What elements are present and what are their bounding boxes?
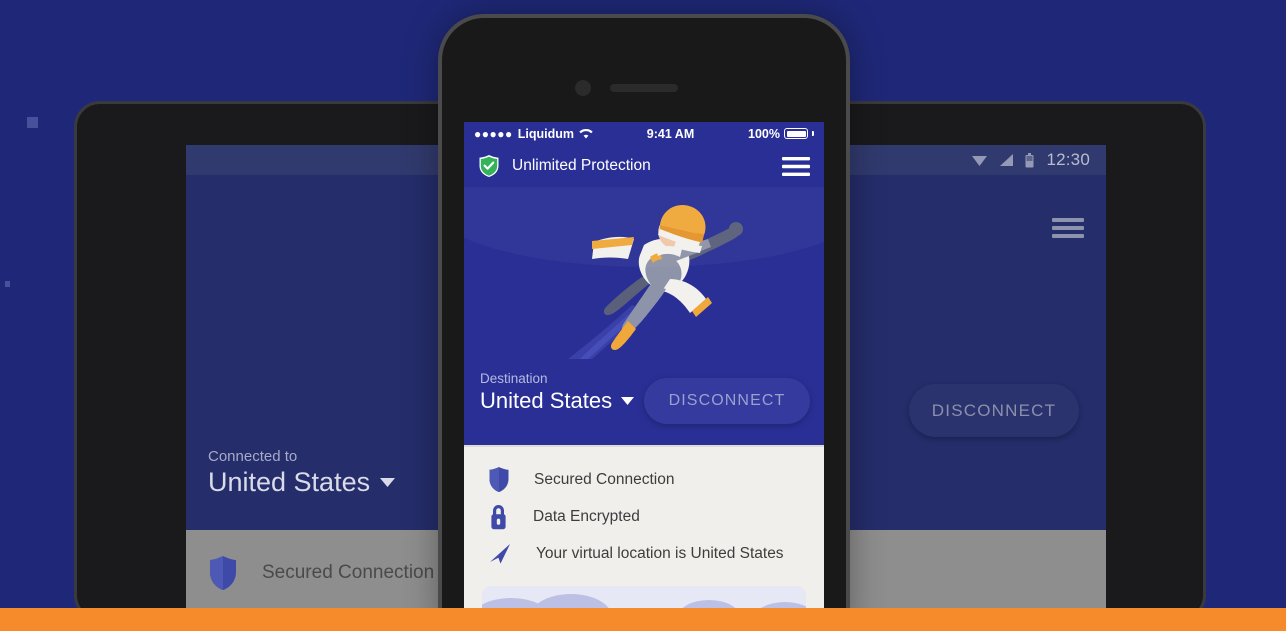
tablet-disconnect-label: DISCONNECT bbox=[931, 400, 1057, 420]
destination-panel: Destination United States DISCONNECT bbox=[464, 360, 824, 445]
caret-down-icon bbox=[621, 397, 635, 405]
carrier-group: ●●●●● Liquidum bbox=[474, 127, 593, 141]
battery-tip bbox=[812, 131, 814, 136]
destination-country-label: United States bbox=[480, 388, 613, 413]
tablet-clock: 12:30 bbox=[1046, 150, 1090, 169]
shield-icon bbox=[489, 467, 509, 492]
navigation-arrow-icon bbox=[490, 543, 510, 564]
carrier-name: Liquidum bbox=[517, 126, 574, 141]
feature-list: Secured Connection Data Encrypted Your v… bbox=[464, 447, 824, 572]
screenshot-stage: 12:30 Connected to United States DISCONN… bbox=[0, 0, 1286, 631]
battery-percent: 100% bbox=[748, 126, 780, 141]
signal-dots-icon: ●●●●● bbox=[474, 126, 513, 141]
battery-icon bbox=[1025, 152, 1034, 167]
phone-status-bar: ●●●●● Liquidum 9:41 AM 100% bbox=[464, 122, 824, 145]
front-camera-icon bbox=[575, 80, 591, 96]
wifi-icon bbox=[579, 128, 593, 139]
bottom-accent-bar bbox=[0, 608, 1286, 631]
phone-device: ●●●●● Liquidum 9:41 AM 100% Unlimited Pr… bbox=[438, 14, 850, 631]
decorative-square bbox=[27, 117, 38, 128]
list-item-label: Secured Connection bbox=[534, 470, 675, 488]
hamburger-menu-icon[interactable] bbox=[782, 156, 810, 176]
tablet-disconnect-button[interactable]: DISCONNECT bbox=[909, 384, 1079, 437]
wifi-icon bbox=[972, 156, 988, 166]
tablet-status-icons bbox=[971, 152, 1034, 168]
list-item: Data Encrypted bbox=[488, 498, 824, 535]
hamburger-menu-icon[interactable] bbox=[1052, 217, 1084, 239]
list-item-label: Data Encrypted bbox=[533, 507, 640, 525]
shield-icon bbox=[210, 556, 236, 590]
list-item: Your virtual location is United States bbox=[488, 535, 824, 572]
disconnect-label: DISCONNECT bbox=[668, 392, 786, 409]
earpiece-speaker bbox=[610, 84, 678, 92]
list-item-label: Your virtual location is United States bbox=[536, 544, 784, 562]
phone-clock: 9:41 AM bbox=[646, 126, 695, 141]
lock-icon bbox=[491, 505, 506, 530]
list-item: Secured Connection bbox=[488, 461, 824, 498]
shield-check-icon bbox=[479, 155, 499, 177]
page-title: Unlimited Protection bbox=[512, 157, 651, 174]
cell-signal-icon bbox=[1000, 154, 1014, 166]
list-item-label: Secured Connection bbox=[262, 562, 435, 583]
hero-illustration-area bbox=[464, 187, 824, 360]
disconnect-button[interactable]: DISCONNECT bbox=[644, 378, 810, 424]
battery-full-icon bbox=[784, 128, 808, 139]
phone-app-bar: Unlimited Protection bbox=[464, 145, 824, 187]
decorative-square bbox=[5, 281, 10, 287]
battery-group: 100% bbox=[748, 127, 814, 141]
phone-screen: ●●●●● Liquidum 9:41 AM 100% Unlimited Pr… bbox=[464, 122, 824, 627]
tablet-country-label: United States bbox=[208, 467, 371, 497]
caret-down-icon bbox=[380, 478, 396, 487]
